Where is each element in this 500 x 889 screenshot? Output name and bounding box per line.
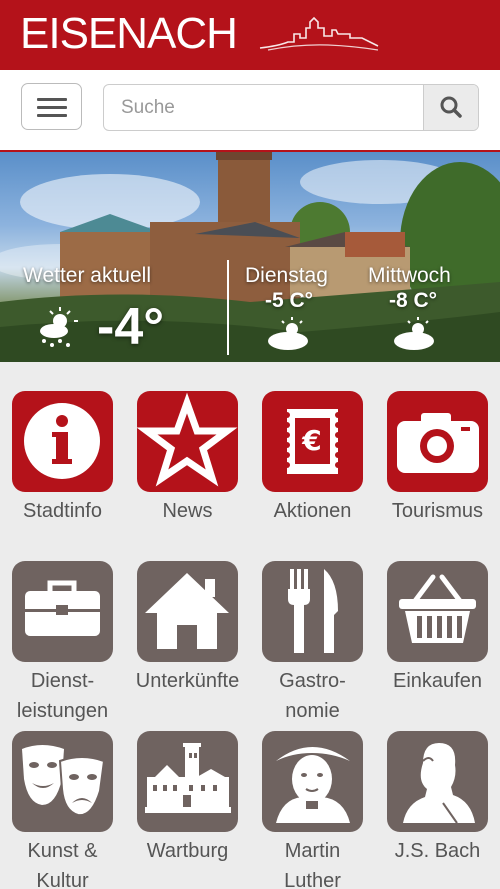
search-button[interactable] (423, 85, 478, 130)
search-icon (440, 96, 462, 118)
tile-tourismus[interactable] (387, 391, 488, 492)
tile-aktionen[interactable]: € (262, 391, 363, 492)
tile-stadtinfo[interactable] (12, 391, 113, 492)
tile-label-js-bach[interactable]: J.S. Bach (375, 836, 500, 866)
current-temperature: -4° (97, 298, 165, 356)
luther-portrait-icon (276, 747, 350, 823)
weather-divider (227, 260, 229, 355)
app-header: EISENACH (0, 0, 500, 70)
tile-martin-luther[interactable] (262, 731, 363, 832)
tile-label-einkaufen[interactable]: Einkaufen (375, 666, 500, 696)
tile-label-tourismus[interactable]: Tourismus (375, 496, 500, 526)
forecast-temp-1: -5 C° (265, 289, 314, 312)
forecast-temp-2: -8 C° (389, 289, 438, 312)
info-icon (24, 403, 100, 479)
tile-label-stadtinfo[interactable]: Stadtinfo (0, 496, 125, 526)
weather-hero[interactable]: Wetter aktuell -4° Dienstag -5 C° Mittwo… (0, 152, 500, 362)
euro-stamp-icon: € (284, 409, 341, 474)
current-weather-label: Wetter aktuell (23, 264, 151, 287)
tile-news[interactable] (137, 391, 238, 492)
tile-label-dienstleistungen[interactable]: Dienst- leistungen (0, 666, 125, 726)
tile-js-bach[interactable] (387, 731, 488, 832)
partly-cloudy-icon (268, 317, 308, 350)
tile-kunst-kultur[interactable] (12, 731, 113, 832)
tile-label-martin-luther[interactable]: Martin Luther (250, 836, 375, 889)
svg-text:€: € (301, 424, 321, 457)
search-box (103, 84, 479, 131)
tile-wartburg[interactable] (137, 731, 238, 832)
basket-icon (399, 574, 476, 643)
tile-einkaufen[interactable] (387, 561, 488, 662)
hamburger-icon (37, 98, 67, 101)
house-icon (145, 573, 229, 649)
fork-knife-icon (288, 569, 338, 653)
snow-sun-icon (40, 307, 78, 347)
search-input[interactable] (104, 85, 424, 130)
tile-label-news[interactable]: News (125, 496, 250, 526)
tile-label-wartburg[interactable]: Wartburg (125, 836, 250, 866)
tile-label-gastronomie[interactable]: Gastro- nomie (250, 666, 375, 726)
tile-label-aktionen[interactable]: Aktionen (250, 496, 375, 526)
castle-outline-icon (259, 16, 379, 51)
camera-icon (397, 413, 479, 473)
bach-bust-icon (403, 743, 475, 824)
star-icon (137, 392, 238, 487)
tile-label-kunst-kultur[interactable]: Kunst & Kultur (0, 836, 125, 889)
briefcase-icon (25, 580, 100, 636)
tile-label-unterkuenfte[interactable]: Unterkünfte (125, 666, 250, 696)
theater-masks-icon (22, 745, 106, 817)
tile-dienstleistungen[interactable] (12, 561, 113, 662)
castle-icon (145, 743, 231, 813)
forecast-day-2: Mittwoch (368, 264, 451, 287)
forecast-day-1: Dienstag (245, 264, 328, 287)
nav-bar (0, 70, 500, 152)
tile-gastronomie[interactable] (262, 561, 363, 662)
tile-unterkuenfte[interactable] (137, 561, 238, 662)
menu-button[interactable] (21, 83, 82, 130)
partly-cloudy-icon (394, 317, 434, 350)
brand-title[interactable]: EISENACH (20, 8, 238, 60)
